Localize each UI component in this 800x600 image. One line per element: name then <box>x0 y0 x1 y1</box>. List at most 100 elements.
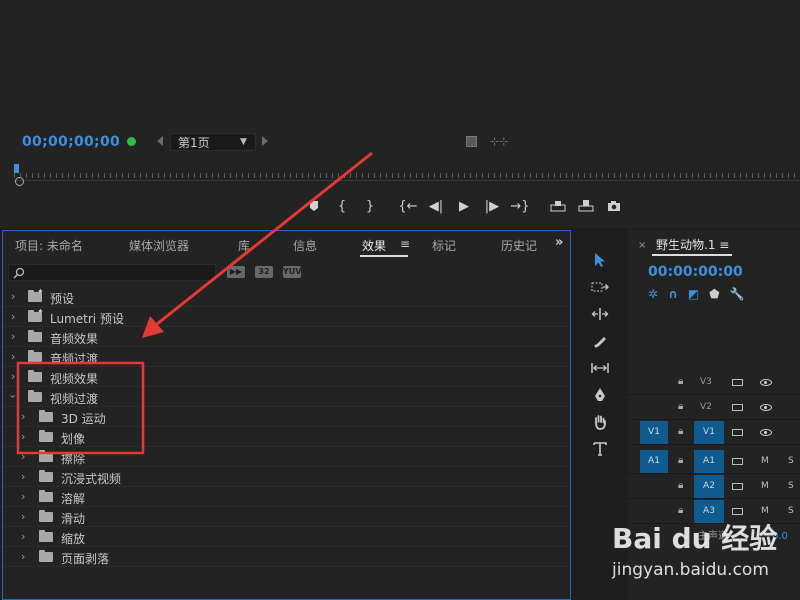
more-panels-icon[interactable]: » <box>555 235 563 250</box>
source-patch-a1[interactable]: A1 <box>640 450 668 473</box>
solo-button[interactable]: S <box>788 475 794 498</box>
playhead-icon[interactable] <box>14 164 19 173</box>
go-to-in-icon[interactable]: {← <box>394 196 422 216</box>
go-to-out-icon[interactable]: →} <box>506 196 534 216</box>
track-v3[interactable]: 🔒︎ V3 <box>628 371 800 395</box>
track-v1[interactable]: V1 🔒︎ V1 <box>628 421 800 445</box>
playhead-timecode[interactable]: 00;00;00;00 <box>22 134 120 150</box>
lock-icon[interactable]: 🔒︎ <box>678 505 683 516</box>
sync-lock-icon[interactable] <box>732 508 743 515</box>
chevron-right-icon[interactable]: › <box>21 510 25 523</box>
tab-effects[interactable]: 效果 <box>362 237 386 254</box>
chevron-right-icon[interactable]: › <box>21 430 25 443</box>
chevron-right-icon[interactable]: › <box>11 350 15 363</box>
tree-item-lumetri-presets[interactable]: › ✦ Lumetri 预设 <box>3 307 570 327</box>
mark-in-icon[interactable]: { <box>328 196 356 216</box>
selection-tool-icon[interactable] <box>582 248 618 272</box>
snap-icon[interactable]: ∩ <box>668 287 678 301</box>
sequence-timecode[interactable]: 00:00:00:00 <box>648 264 743 280</box>
tree-item-iris[interactable]: › 划像 <box>3 427 570 447</box>
time-ruler[interactable] <box>14 166 800 181</box>
chevron-right-icon[interactable]: › <box>11 310 15 323</box>
source-patch-v1[interactable]: V1 <box>640 421 668 444</box>
lock-icon[interactable]: 🔒︎ <box>678 480 683 491</box>
prev-page-icon[interactable] <box>157 136 163 146</box>
tree-item-video-transitions[interactable]: › 视频过渡 <box>3 387 570 407</box>
sync-lock-icon[interactable] <box>732 404 743 411</box>
close-icon[interactable]: × <box>638 240 646 251</box>
tab-project[interactable]: 项目: 未命名 <box>15 237 83 254</box>
chevron-right-icon[interactable]: › <box>21 490 25 503</box>
lock-icon[interactable]: 🔒︎ <box>678 455 683 466</box>
32bit-effects-button[interactable]: 32 <box>255 266 273 278</box>
lock-icon[interactable]: 🔒︎ <box>678 376 683 387</box>
chevron-right-icon[interactable]: › <box>21 530 25 543</box>
chevron-right-icon[interactable]: › <box>21 550 25 563</box>
add-marker-icon[interactable]: ⬟ <box>709 287 719 301</box>
tree-item-audio-effects[interactable]: › 音频效果 <box>3 327 570 347</box>
track-v2[interactable]: 🔒︎ V2 <box>628 396 800 420</box>
next-page-icon[interactable] <box>262 136 268 146</box>
mute-button[interactable]: M <box>761 450 769 473</box>
eye-icon[interactable] <box>760 429 772 436</box>
pen-tool-icon[interactable] <box>582 383 618 407</box>
tree-item-dissolve[interactable]: › 溶解 <box>3 487 570 507</box>
yuv-effects-button[interactable]: YUV <box>283 266 301 278</box>
effects-search-input[interactable] <box>8 264 216 281</box>
tree-item-3d-motion[interactable]: › 3D 运动 <box>3 407 570 427</box>
track-a2[interactable]: 🔒︎ A2 M S <box>628 475 800 499</box>
solo-button[interactable]: S <box>788 450 794 473</box>
tree-item-video-effects[interactable]: › 视频效果 <box>3 367 570 387</box>
lock-icon[interactable]: 🔒︎ <box>678 401 683 412</box>
step-back-icon[interactable]: ◀| <box>422 196 450 216</box>
tab-history[interactable]: 历史记 <box>501 237 537 254</box>
tree-item-wipe[interactable]: › 擦除 <box>3 447 570 467</box>
camera-icon[interactable] <box>600 196 628 216</box>
wrench-icon[interactable]: 🔧 <box>730 287 745 301</box>
sync-lock-icon[interactable] <box>732 379 743 386</box>
playhead-handle[interactable] <box>15 177 24 186</box>
tree-item-slide[interactable]: › 滑动 <box>3 507 570 527</box>
sync-lock-icon[interactable] <box>732 483 743 490</box>
linked-selection-icon[interactable]: ◩ <box>688 287 699 301</box>
chevron-down-icon[interactable]: › <box>7 394 20 398</box>
sequence-tab[interactable]: 野生动物.1 ≡ <box>656 236 729 253</box>
tree-item-page-peel[interactable]: › 页面剥落 <box>3 547 570 567</box>
tab-markers[interactable]: 标记 <box>432 237 456 254</box>
step-forward-icon[interactable]: |▶ <box>478 196 506 216</box>
tree-item-presets[interactable]: › ✦ 预设 <box>3 287 570 307</box>
add-marker-icon[interactable] <box>300 196 328 216</box>
chevron-down-icon[interactable]: ▼ <box>240 137 247 147</box>
tree-item-zoom[interactable]: › 缩放 <box>3 527 570 547</box>
solo-button[interactable]: S <box>788 500 794 523</box>
sync-lock-icon[interactable] <box>732 458 743 465</box>
mute-button[interactable]: M <box>761 475 769 498</box>
chevron-right-icon[interactable]: › <box>11 330 15 343</box>
chevron-right-icon[interactable]: › <box>21 410 25 423</box>
chevron-right-icon[interactable]: › <box>11 290 15 303</box>
track-target-a2[interactable]: A2 <box>694 475 724 498</box>
tab-libraries[interactable]: 库 <box>238 237 250 254</box>
hand-tool-icon[interactable] <box>582 410 618 434</box>
settings-icon[interactable]: ⊹⊹ <box>490 135 508 148</box>
type-tool-icon[interactable] <box>582 437 618 461</box>
tree-item-audio-transitions[interactable]: › 音频过渡 <box>3 347 570 367</box>
slip-tool-icon[interactable] <box>582 356 618 380</box>
tab-info[interactable]: 信息 <box>293 237 317 254</box>
sync-lock-icon[interactable] <box>732 429 743 436</box>
chevron-right-icon[interactable]: › <box>11 370 15 383</box>
ripple-edit-tool-icon[interactable] <box>582 302 618 326</box>
tree-item-immersive-video[interactable]: › 沉浸式视频 <box>3 467 570 487</box>
safe-margin-icon[interactable] <box>466 136 477 147</box>
track-target-a1[interactable]: A1 <box>694 450 724 473</box>
accelerated-effects-icon[interactable]: ▶▶ <box>227 266 245 278</box>
lock-icon[interactable]: 🔒︎ <box>678 426 683 437</box>
eye-icon[interactable] <box>760 379 772 386</box>
tab-menu-icon[interactable]: ≡ <box>400 237 410 251</box>
track-select-tool-icon[interactable] <box>582 275 618 299</box>
chevron-right-icon[interactable]: › <box>21 470 25 483</box>
play-icon[interactable]: ▶ <box>450 196 478 216</box>
mark-out-icon[interactable]: } <box>356 196 384 216</box>
extract-icon[interactable] <box>572 196 600 216</box>
nest-icon[interactable]: ✲ <box>648 287 658 301</box>
